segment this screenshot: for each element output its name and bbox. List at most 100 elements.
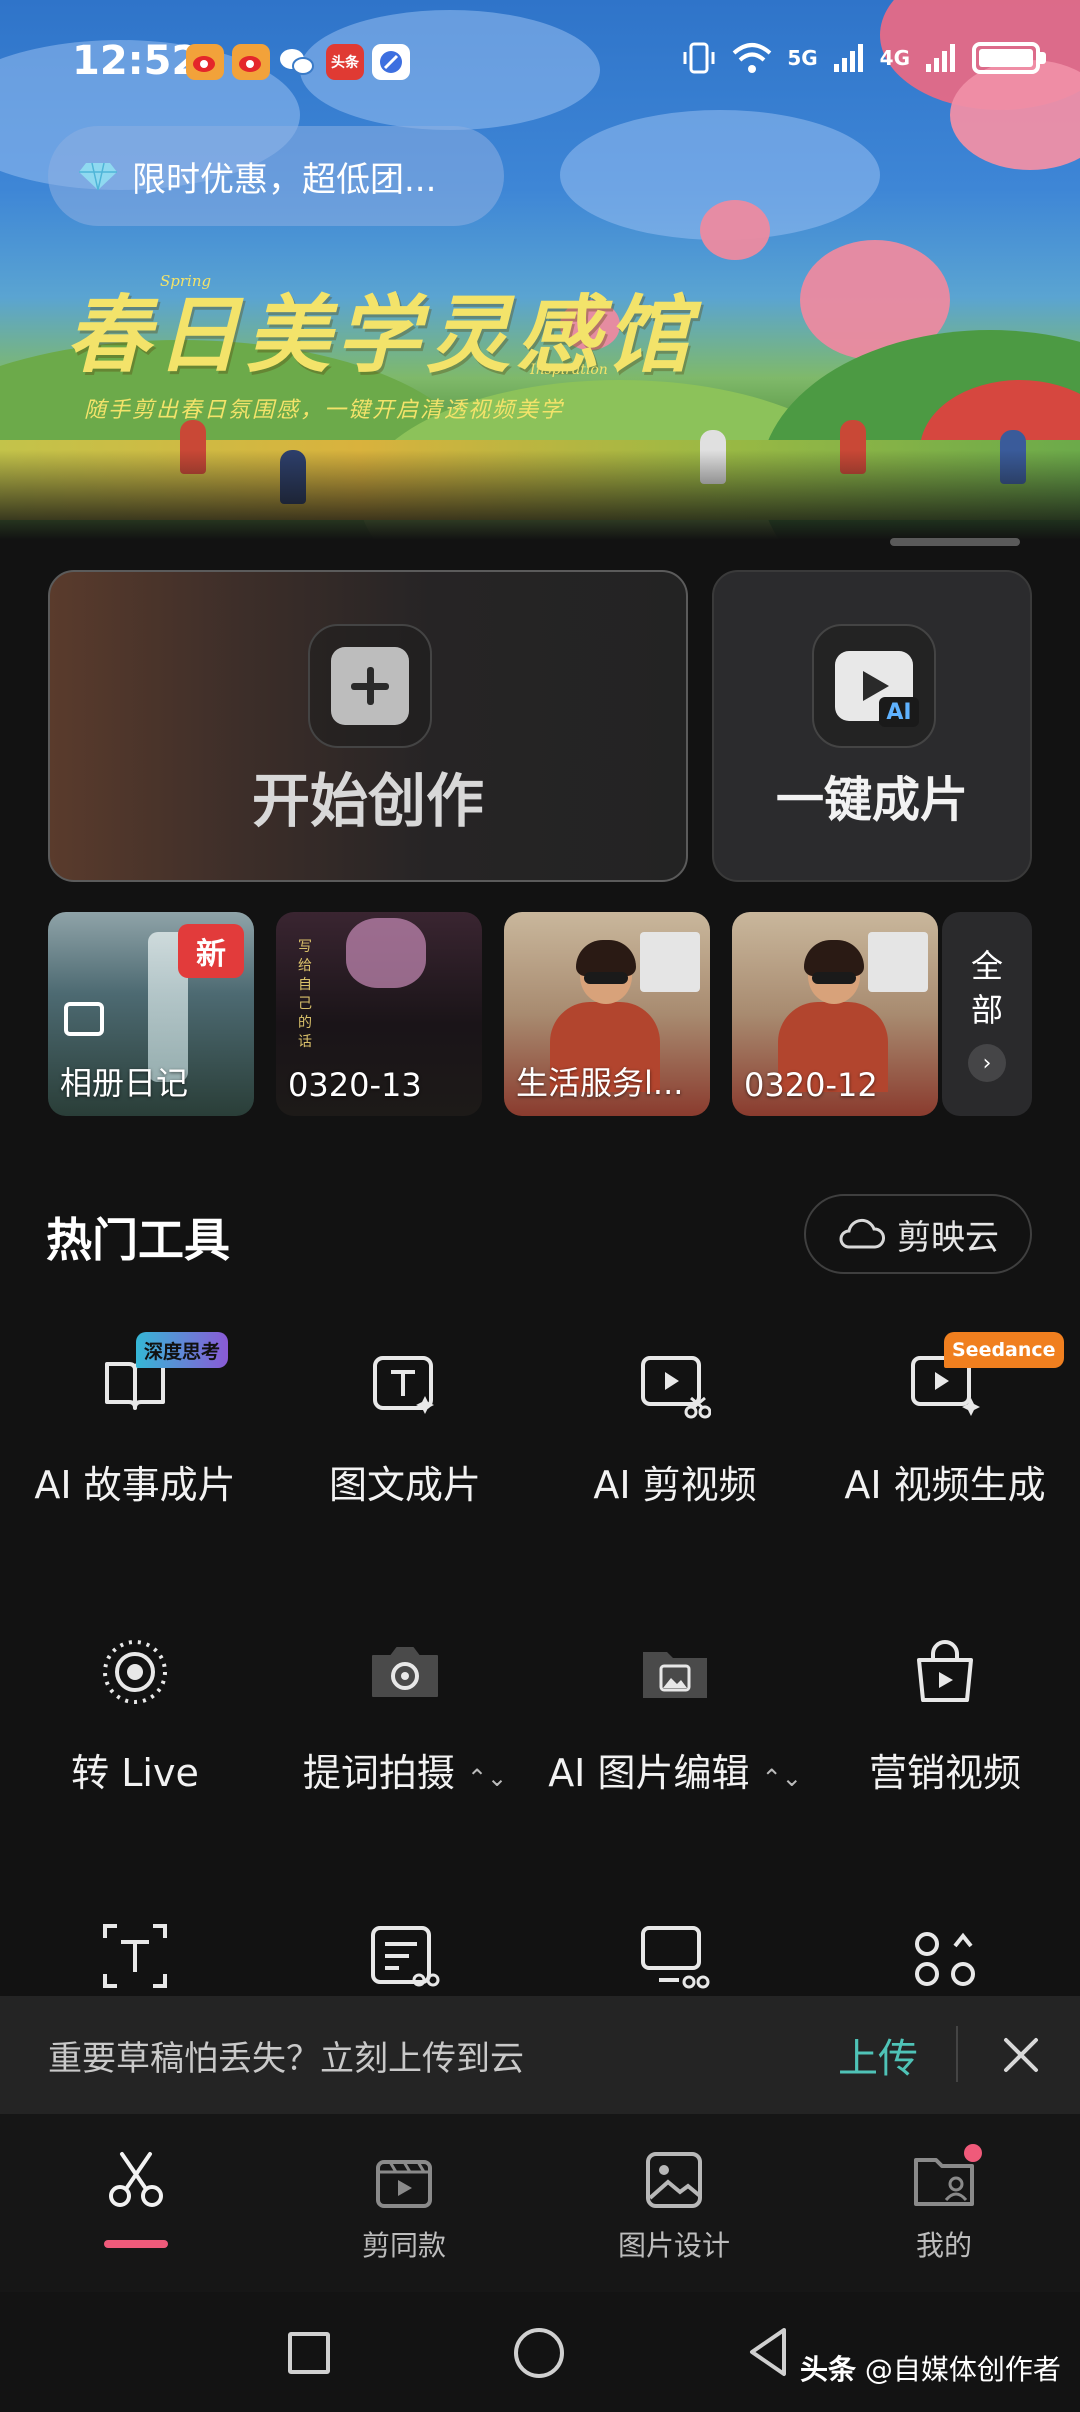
upload-message: 重要草稿怕丢失？立刻上传到云	[48, 2038, 524, 2079]
tab-templates[interactable]: 剪同款	[304, 2148, 504, 2264]
draft-title: 相册日记	[60, 1064, 189, 1102]
start-creating-button[interactable]: 开始创作	[48, 570, 688, 882]
close-icon[interactable]	[996, 2030, 1046, 2080]
diamond-icon	[79, 162, 117, 191]
cloud-button[interactable]: 剪映云	[804, 1194, 1032, 1274]
draft-title: 0320-12	[744, 1066, 878, 1104]
text-scan-icon	[99, 1920, 171, 1992]
tool-to-live[interactable]: 转 Live	[0, 1636, 270, 1797]
status-bar: 12:52 头条 5G 4G	[0, 30, 1080, 94]
promo-text: 限时优惠，超低团...	[132, 159, 437, 200]
tool-marketing-video[interactable]: 营销视频	[810, 1636, 1080, 1797]
all-drafts-label-2: 部	[970, 991, 1003, 1029]
tab-label: 图片设计	[617, 2229, 730, 2262]
screen-scissors-icon	[639, 1920, 711, 1992]
deep-think-badge: 深度思考	[136, 1332, 229, 1368]
banner-tag-inspiration: Inspiration	[530, 362, 608, 378]
recents-icon[interactable]	[288, 2332, 330, 2374]
watermark: 头条 @自媒体创作者	[800, 2353, 1061, 2386]
camera-icon	[369, 1636, 441, 1708]
wifi-icon	[732, 43, 772, 73]
tool-ai-cut[interactable]: AI 剪视频	[540, 1348, 810, 1509]
tab-edit[interactable]	[36, 2148, 236, 2248]
profile-folder-icon	[912, 2144, 982, 2212]
tool-subtitle-cut[interactable]	[270, 1920, 540, 1992]
text-frame-icon	[369, 1348, 441, 1420]
battery-icon	[972, 42, 1046, 74]
hot-tools-title: 热门工具	[46, 1213, 230, 1267]
back-icon[interactable]	[746, 2326, 790, 2378]
all-drafts-label-1: 全	[970, 947, 1003, 985]
tool-teleprompter[interactable]: 提词拍摄 ⌃⌄	[270, 1636, 540, 1797]
wechat-icon	[278, 44, 316, 80]
new-badge: 新	[178, 924, 244, 978]
start-creating-label: 开始创作	[251, 767, 484, 835]
sheet-handle[interactable]	[890, 538, 1020, 546]
cloud-label: 剪映云	[897, 1217, 999, 1258]
weibo-icon	[232, 44, 270, 80]
draft-card[interactable]: 生活服务l...	[504, 912, 710, 1116]
cloud-icon	[839, 1218, 885, 1249]
notification-dot	[964, 2144, 982, 2162]
ai-badge: AI	[879, 697, 919, 727]
image-icon	[642, 2148, 706, 2212]
shopping-bag-icon	[909, 1636, 981, 1708]
tool-label: AI 视频生成	[844, 1463, 1046, 1507]
network-4g-label: 4G	[879, 46, 910, 70]
tool-ai-image-edit[interactable]: AI 图片编辑 ⌃⌄	[540, 1636, 810, 1797]
promo-pill[interactable]: 限时优惠，超低团...	[48, 126, 504, 226]
album-icon	[64, 1002, 104, 1036]
chevron-right-icon: ›	[968, 1044, 1006, 1082]
system-navigation-bar: 头条 @自媒体创作者	[0, 2292, 1080, 2412]
weibo-icon	[186, 44, 224, 80]
image-folder-icon	[639, 1636, 711, 1708]
upload-banner: 重要草稿怕丢失？立刻上传到云 上传	[0, 1996, 1080, 2114]
tool-screen-cut[interactable]	[540, 1920, 810, 1992]
live-icon	[99, 1636, 171, 1708]
draft-title: 生活服务l...	[516, 1064, 684, 1102]
tab-label: 剪同款	[361, 2229, 446, 2262]
network-5g-label: 5G	[787, 46, 818, 70]
bottom-tab-bar: 剪同款 图片设计 我的	[0, 2114, 1080, 2292]
draft-title: 0320-13	[288, 1066, 422, 1104]
tab-image-design[interactable]: 图片设计	[574, 2148, 774, 2264]
tab-label: 我的	[915, 2229, 972, 2262]
tool-label: AI 剪视频	[593, 1463, 757, 1507]
status-right-cluster: 5G 4G	[681, 40, 1046, 76]
banner-subtitle: 随手剪出春日氛围感，一键开启清透视频美学	[84, 398, 565, 423]
tool-more[interactable]	[810, 1920, 1080, 1992]
vibrate-icon	[683, 42, 715, 74]
tool-text-recognize[interactable]	[0, 1920, 270, 1992]
clapper-icon	[372, 2148, 436, 2212]
scissors-icon	[104, 2148, 168, 2212]
tool-label: 提词拍摄 ⌃⌄	[302, 1751, 508, 1795]
apps-icon	[909, 1920, 981, 1992]
tool-label: AI 图片编辑 ⌃⌄	[548, 1751, 802, 1795]
divider	[956, 2026, 958, 2082]
signal-icon	[833, 44, 863, 72]
draft-overlay-text: 写给自己的话	[298, 939, 312, 1050]
one-click-video-button[interactable]: AI 一键成片	[712, 570, 1032, 882]
draft-card[interactable]: 0320-12	[732, 912, 938, 1116]
browser-icon	[372, 44, 410, 80]
tool-text-to-video[interactable]: 图文成片	[270, 1348, 540, 1509]
upload-button[interactable]: 上传	[838, 2026, 918, 2084]
draft-card-album-diary[interactable]: 新 相册日记	[48, 912, 254, 1116]
toutiao-icon: 头条	[326, 44, 364, 80]
tab-me[interactable]: 我的	[844, 2144, 1044, 2264]
add-icon	[308, 624, 432, 748]
ai-play-icon: AI	[812, 624, 936, 748]
tool-label: 营销视频	[868, 1751, 1021, 1795]
seedance-badge: Seedance	[944, 1332, 1064, 1368]
tool-label: 转 Live	[71, 1751, 199, 1795]
tool-ai-story[interactable]: AI 故事成片	[0, 1348, 270, 1509]
tool-ai-video-gen[interactable]: AI 视频生成	[810, 1348, 1080, 1509]
tool-label: AI 故事成片	[34, 1463, 236, 1507]
draft-card[interactable]: 写给自己的话 0320-13	[276, 912, 482, 1116]
video-scissors-icon	[639, 1348, 712, 1420]
doc-scissors-icon	[369, 1920, 441, 1992]
signal-icon	[926, 44, 955, 72]
home-icon[interactable]	[514, 2328, 564, 2378]
tab-active-indicator	[104, 2240, 168, 2248]
all-drafts-button[interactable]: 全 部 ›	[942, 912, 1032, 1116]
